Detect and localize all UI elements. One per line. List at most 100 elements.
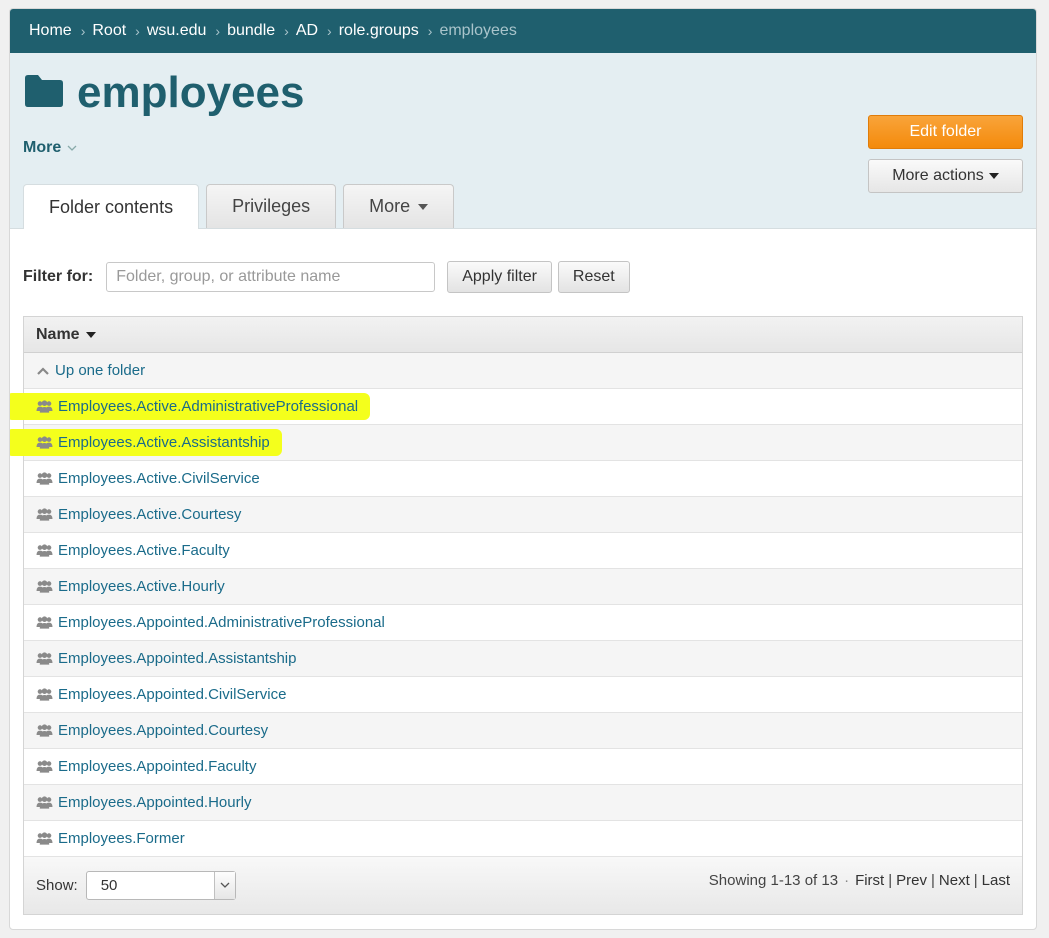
breadcrumb-home[interactable]: Home (29, 22, 72, 40)
group-link[interactable]: Employees.Active.Courtesy (58, 506, 241, 523)
tab-privileges[interactable]: Privileges (206, 184, 337, 228)
separator-dot: · (844, 872, 850, 889)
group-icon (36, 652, 53, 665)
more-actions-button[interactable]: More actions (868, 159, 1023, 193)
table-row: Employees.Appointed.Hourly (24, 785, 1022, 821)
page-size-control: Show: 50 (36, 871, 236, 900)
table-row: Employees.Active.CivilService (24, 461, 1022, 497)
group-icon (36, 400, 53, 413)
next-page-link[interactable]: Next (939, 872, 970, 889)
filter-input[interactable] (106, 262, 436, 292)
breadcrumb-ad[interactable]: AD (296, 22, 318, 40)
page-size-select[interactable]: 50 (85, 871, 236, 900)
chevron-right-icon: › (80, 23, 86, 39)
chevron-right-icon: › (327, 23, 332, 39)
row-content: Employees.Former (36, 830, 185, 847)
caret-down-icon (988, 173, 999, 179)
group-icon (36, 616, 53, 629)
group-link[interactable]: Employees.Appointed.CivilService (58, 686, 286, 703)
group-link[interactable]: Employees.Active.CivilService (58, 470, 260, 487)
table-row: Employees.Appointed.AdministrativeProfes… (24, 605, 1022, 641)
name-column-header[interactable]: Name (24, 317, 1022, 353)
main-panel: Home › Root › wsu.edu › bundle › AD › ro… (9, 8, 1037, 930)
breadcrumb: Home › Root › wsu.edu › bundle › AD › ro… (10, 9, 1036, 53)
group-icon (36, 796, 53, 809)
row-content: Employees.Appointed.Faculty (36, 758, 256, 775)
group-link[interactable]: Employees.Appointed.Courtesy (58, 722, 268, 739)
tab-more[interactable]: More (343, 184, 455, 228)
group-icon (36, 688, 53, 701)
pipe-separator: | (888, 872, 893, 889)
table-row: Employees.Appointed.Courtesy (24, 713, 1022, 749)
apply-filter-button[interactable]: Apply filter (447, 261, 552, 293)
chevron-up-icon (36, 366, 50, 376)
group-icon (36, 724, 53, 737)
pipe-separator: | (930, 872, 935, 889)
table-row: Employees.Appointed.Faculty (24, 749, 1022, 785)
group-link[interactable]: Employees.Appointed.Assistantship (58, 650, 296, 667)
last-page-link[interactable]: Last (982, 872, 1010, 889)
more-actions-label: More actions (892, 167, 984, 184)
sort-down-icon (85, 331, 96, 338)
breadcrumb-bundle[interactable]: bundle (227, 22, 275, 40)
chevron-right-icon: › (135, 23, 140, 39)
table-row: Employees.Active.Faculty (24, 533, 1022, 569)
tab-folder-contents[interactable]: Folder contents (23, 184, 200, 229)
filter-label: Filter for: (23, 268, 94, 285)
row-content: Employees.Appointed.Courtesy (36, 722, 268, 739)
group-link[interactable]: Employees.Former (58, 830, 185, 847)
table-row: Employees.Active.Courtesy (24, 497, 1022, 533)
row-content: Employees.Active.Courtesy (36, 506, 241, 523)
breadcrumb-root[interactable]: Root (92, 22, 126, 40)
chevron-right-icon: › (215, 23, 221, 39)
first-page-link[interactable]: First (855, 872, 884, 889)
row-content: Employees.Appointed.CivilService (36, 686, 286, 703)
up-one-folder-row: Up one folder (24, 353, 1022, 389)
page-size-value: 50 (100, 877, 118, 894)
group-link[interactable]: Employees.Appointed.Faculty (58, 758, 256, 775)
group-icon (36, 436, 53, 449)
breadcrumb-role-groups[interactable]: role.groups (339, 22, 419, 40)
group-icon (36, 580, 53, 593)
pipe-separator: | (973, 872, 978, 889)
breadcrumb-current: employees (439, 22, 517, 39)
tab-label: Folder contents (49, 196, 174, 217)
reset-button[interactable]: Reset (557, 261, 630, 293)
breadcrumb-wsu-edu[interactable]: wsu.edu (147, 22, 207, 40)
row-content: Employees.Active.Faculty (36, 542, 230, 559)
pagination: Showing 1-13 of 13 · First | Prev | Next… (709, 872, 1010, 889)
row-content: Employees.Active.CivilService (36, 470, 260, 487)
showing-count: Showing 1-13 of 13 (708, 872, 839, 889)
chevron-right-icon: › (284, 23, 289, 39)
chevron-down-icon (67, 139, 77, 157)
tab-label: Privileges (232, 196, 311, 216)
group-link[interactable]: Employees.Active.Faculty (58, 542, 230, 559)
group-link[interactable]: Employees.Appointed.AdministrativeProfes… (58, 614, 385, 631)
row-content: Employees.Active.Assistantship (10, 429, 282, 456)
chevron-right-icon: › (427, 23, 433, 39)
folder-icon (23, 74, 65, 113)
folder-header: employees More Edit folder More actions … (10, 53, 1036, 229)
group-link[interactable]: Employees.Active.Assistantship (58, 434, 270, 451)
prev-page-link[interactable]: Prev (896, 872, 927, 889)
table-row: Employees.Active.Assistantship (10, 425, 1022, 461)
row-content: Employees.Active.AdministrativeProfessio… (10, 393, 371, 420)
group-icon (36, 832, 53, 845)
group-link[interactable]: Employees.Active.Hourly (58, 578, 225, 595)
tab-bar: Folder contents Privileges More (23, 184, 461, 229)
table-row: Employees.Active.AdministrativeProfessio… (10, 389, 1022, 425)
table-row: Employees.Active.Hourly (24, 569, 1022, 605)
table-row: Employees.Appointed.CivilService (24, 677, 1022, 713)
group-icon (36, 508, 53, 521)
caret-down-icon (418, 203, 429, 210)
group-link[interactable]: Employees.Active.AdministrativeProfessio… (58, 398, 358, 415)
row-content: Employees.Active.Hourly (36, 578, 225, 595)
more-menu-link[interactable]: More (23, 139, 77, 157)
table-footer: Show: 50 Showing 1-13 of 13 · First | Pr… (24, 857, 1022, 914)
up-one-folder-link[interactable]: Up one folder (55, 362, 145, 379)
column-header-label: Name (36, 325, 80, 343)
edit-folder-button[interactable]: Edit folder (868, 115, 1023, 149)
row-content: Employees.Appointed.AdministrativeProfes… (36, 614, 385, 631)
title-row: employees (23, 71, 304, 115)
group-link[interactable]: Employees.Appointed.Hourly (58, 794, 251, 811)
